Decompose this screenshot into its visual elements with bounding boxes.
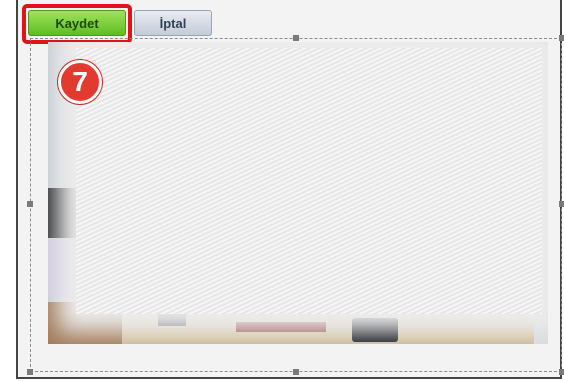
photo-dark-object <box>48 188 78 242</box>
resize-handle-bottom-left[interactable] <box>27 369 33 375</box>
resize-handle-middle-right[interactable] <box>559 201 564 207</box>
step-number-badge: 7 <box>58 60 102 104</box>
paper-texture-overlay <box>76 48 542 314</box>
toolbar: Kaydet İptal <box>0 0 564 44</box>
photo-desk-item <box>236 322 326 332</box>
resize-handle-top-right[interactable] <box>559 35 564 41</box>
photo-printer <box>352 318 398 342</box>
resize-handle-middle-left[interactable] <box>27 201 33 207</box>
edited-photo <box>48 42 548 344</box>
cancel-button[interactable]: İptal <box>134 10 212 36</box>
resize-handle-top-center[interactable] <box>293 35 299 41</box>
resize-handle-bottom-center[interactable] <box>293 369 299 375</box>
resize-handle-bottom-right[interactable] <box>559 369 564 375</box>
